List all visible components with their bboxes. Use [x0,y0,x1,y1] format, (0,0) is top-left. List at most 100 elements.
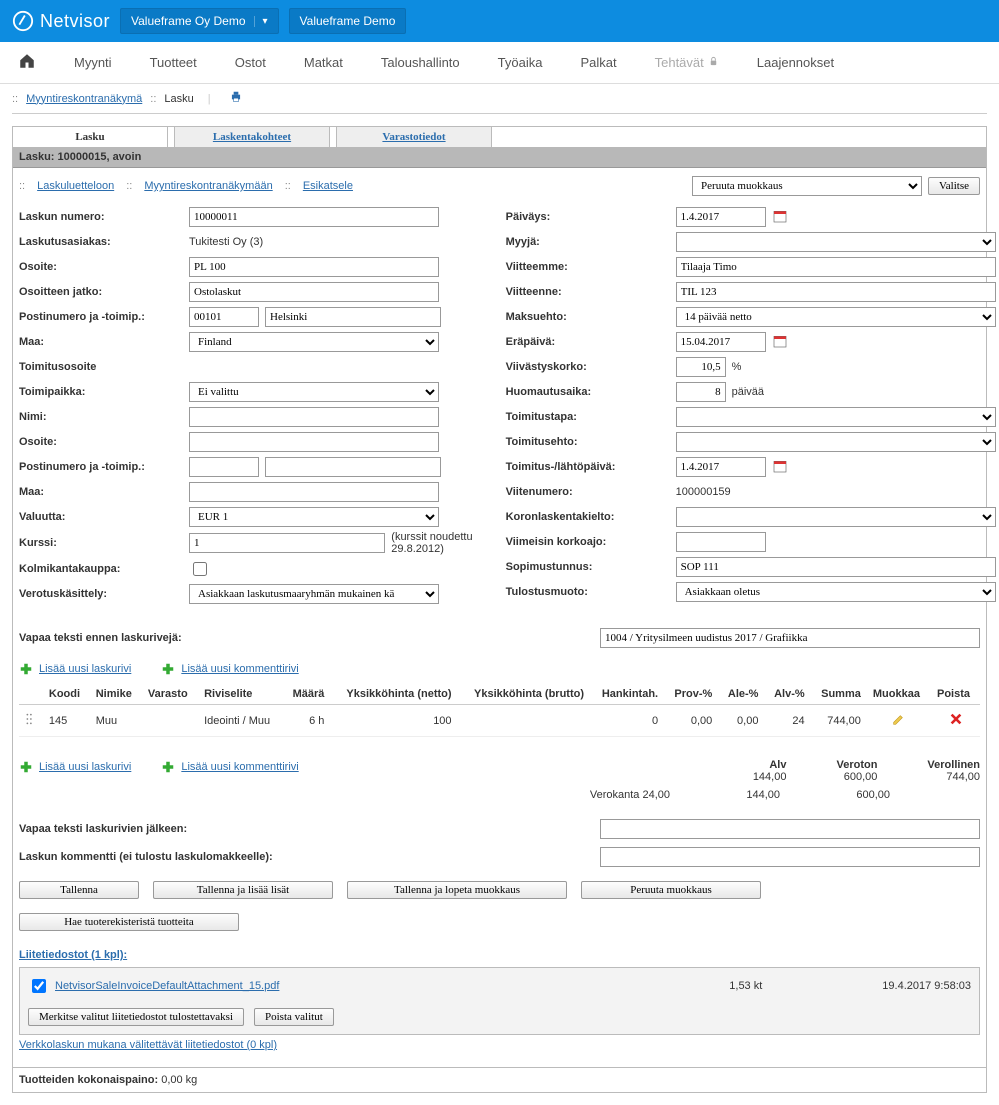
plus-icon-3[interactable] [19,760,33,774]
input-kurssi[interactable] [189,533,385,553]
edit-icon[interactable] [891,718,907,730]
th-nimike: Nimike [90,684,142,705]
lbl-viivastyskorko: Viivästyskorko: [506,361,676,373]
input-nimi[interactable] [189,407,439,427]
attachments-title[interactable]: Liitetiedostot (1 kpl): [19,949,127,961]
td-alv: 24 [764,705,810,737]
tab-varastotiedot[interactable]: Varastotiedot [336,126,492,147]
input-sopimus[interactable] [676,557,996,577]
select-toimipaikka[interactable]: Ei valittu [189,382,439,402]
plus-icon-2[interactable] [161,662,175,676]
menu-ostot[interactable]: Ostot [235,55,266,70]
plus-icon[interactable] [19,662,33,676]
attachment-link[interactable]: NetvisorSaleInvoiceDefaultAttachment_15.… [55,980,279,992]
link-esikatsele[interactable]: Esikatsele [303,180,353,192]
td-hank: 0 [590,705,664,737]
brand-logo: Netvisor [12,10,110,32]
lbl-kurssi: Kurssi: [19,537,189,549]
input-osoite[interactable] [189,257,439,277]
input-paivays[interactable] [676,207,766,227]
table-row: 145 Muu Ideointi / Muu 6 h 100 0 0,00 0,… [19,705,980,737]
select-maksuehto[interactable]: 14 päivää netto [676,307,996,327]
input-maa2[interactable] [189,482,439,502]
link-laskuluettelo[interactable]: Laskuluetteloon [37,180,114,192]
chk-attachment[interactable] [32,979,46,993]
input-viivastyskorko[interactable] [676,357,726,377]
action-select[interactable]: Peruuta muokkaus [692,176,922,196]
bc-link-reskontra[interactable]: Myyntireskontranäkymä [26,93,142,105]
calendar-icon[interactable] [772,208,788,227]
home-icon[interactable] [18,52,36,73]
lr-sep2: :: [126,180,132,192]
tot-veroton-v: 600,00 [836,771,877,783]
menu-matkat[interactable]: Matkat [304,55,343,70]
input-erapaiva[interactable] [676,332,766,352]
menu-myynti[interactable]: Myynti [74,55,112,70]
btn-delete-selected[interactable]: Poista valitut [254,1008,334,1026]
btn-peruuta[interactable]: Peruuta muokkaus [581,881,761,899]
lbl-kolmikanta: Kolmikantakauppa: [19,563,189,575]
select-valuutta[interactable]: EUR 1 [189,507,439,527]
menu-tuotteet[interactable]: Tuotteet [150,55,197,70]
company-selector[interactable]: Valueframe Oy Demo ▾ [120,8,279,34]
input-osoite2[interactable] [189,432,439,452]
menu-tyoaika[interactable]: Työaika [498,55,543,70]
input-postinro2[interactable] [189,457,259,477]
netvisor-icon [12,10,34,32]
btn-hae-tuotteita[interactable]: Hae tuoterekisteristä tuotteita [19,913,239,931]
lbl-verotus: Verotuskäsittely: [19,588,189,600]
input-postinro[interactable] [189,307,259,327]
tab-laskentakohteet[interactable]: Laskentakohteet [174,126,330,147]
select-toimitustapa[interactable] [676,407,996,427]
input-osoite-jatko[interactable] [189,282,439,302]
input-kaupunki[interactable] [265,307,441,327]
invoice-rows-table: Koodi Nimike Varasto Riviselite Määrä Yk… [19,684,980,737]
tab-lasku[interactable]: Lasku [12,126,168,147]
chk-kolmikanta[interactable] [193,562,207,576]
print-icon[interactable] [229,90,243,107]
select-tulostus[interactable]: Asiakkaan oletus [676,582,996,602]
link-reskontra[interactable]: Myyntireskontranäkymään [144,180,272,192]
link-add-comment[interactable]: Lisää uusi kommenttirivi [181,663,298,675]
link-add-row-2[interactable]: Lisää uusi laskurivi [39,761,131,773]
txt-kurssi-note: (kurssit noudettu 29.8.2012) [391,531,497,555]
input-kaupunki2[interactable] [265,457,441,477]
select-maa[interactable]: Finland [189,332,439,352]
input-laskun-numero[interactable] [189,207,439,227]
select-verotus[interactable]: Asiakkaan laskutusmaaryhmän mukainen kä [189,584,439,604]
btn-mark-printable[interactable]: Merkitse valitut liitetiedostot tulostet… [28,1008,244,1026]
calendar-icon-2[interactable] [772,333,788,352]
calendar-icon-3[interactable] [772,458,788,477]
th-yhn: Yksikköhinta (netto) [330,684,457,705]
input-invoice-comment[interactable] [600,847,980,867]
select-toimitusehto[interactable] [676,432,996,452]
input-toimituspaiva[interactable] [676,457,766,477]
btn-tallenna[interactable]: Tallenna [19,881,139,899]
lbl-laskun-numero: Laskun numero: [19,211,189,223]
lbl-postinumero2: Postinumero ja -toimip.: [19,461,189,473]
input-huomautusaika[interactable] [676,382,726,402]
btn-tallenna-lopeta[interactable]: Tallenna ja lopeta muokkaus [347,881,567,899]
menu-taloushallinto[interactable]: Taloushallinto [381,55,460,70]
select-myyja[interactable] [676,232,996,252]
delete-icon[interactable] [949,717,963,729]
input-viimeisin[interactable] [676,532,766,552]
link-add-row[interactable]: Lisää uusi laskurivi [39,663,131,675]
input-viitteenne[interactable] [676,282,996,302]
menu-laajennokset[interactable]: Laajennokset [757,55,834,70]
select-koronlaskenta[interactable] [676,507,996,527]
plus-icon-4[interactable] [161,760,175,774]
th-maara: Määrä [283,684,331,705]
tab-laskentakohteet-label: Laskentakohteet [213,131,291,143]
valitse-button[interactable]: Valitse [928,177,980,195]
link-add-comment-2[interactable]: Lisää uusi kommenttirivi [181,761,298,773]
link-einvoice-attachments[interactable]: Verkkolaskun mukana välitettävät liiteti… [19,1039,277,1051]
menu-palkat[interactable]: Palkat [580,55,616,70]
env-badge[interactable]: Valueframe Demo [289,8,407,34]
input-viitteemme[interactable] [676,257,996,277]
lr-sep1: :: [19,180,25,192]
input-freetext-before[interactable] [600,628,980,648]
input-freetext-after[interactable] [600,819,980,839]
drag-handle-icon[interactable] [25,717,35,729]
btn-tallenna-lisaa[interactable]: Tallenna ja lisää lisät [153,881,333,899]
